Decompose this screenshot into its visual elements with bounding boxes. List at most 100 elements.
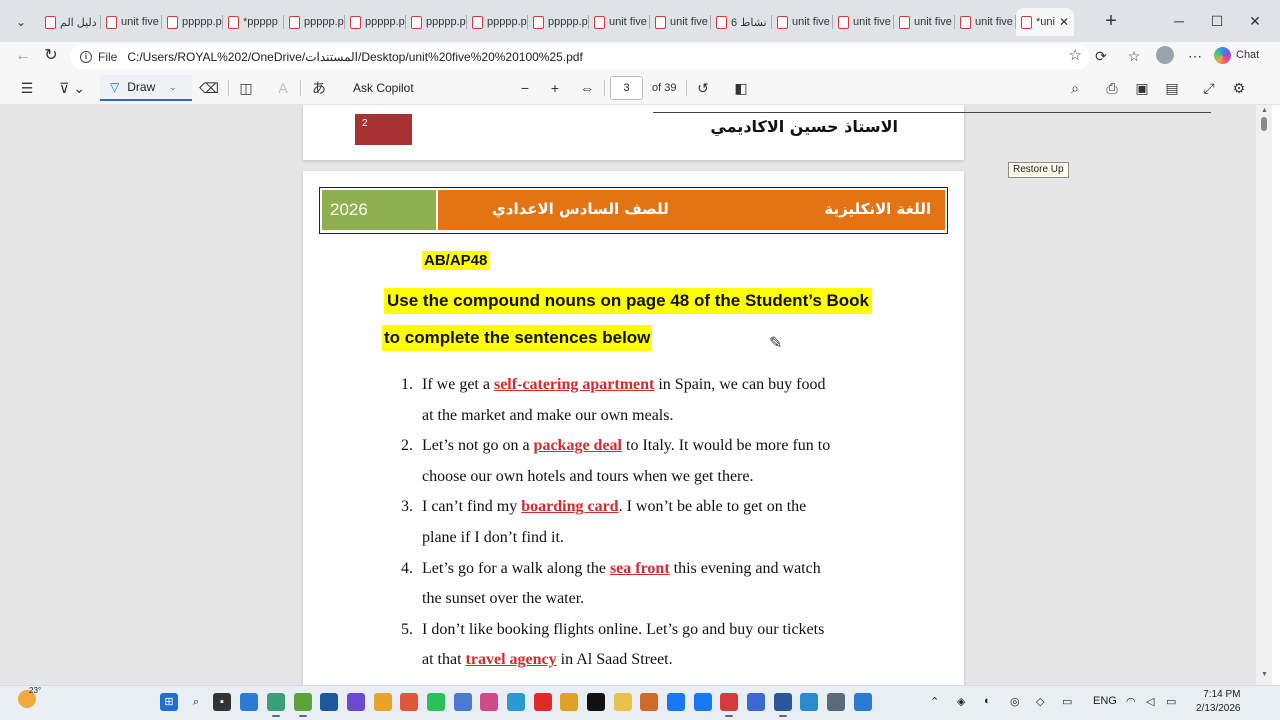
pdf-toolbar: ☰ ⊽ ⌄ ▽ Draw ⌄ ⌫ ◫ A あ Ask Copilot − + ⇔ 3… xyxy=(0,70,1280,105)
tiktok-icon[interactable] xyxy=(587,693,605,711)
site-info-button[interactable]: i File xyxy=(80,50,117,64)
translate-icon[interactable]: あ xyxy=(308,77,330,99)
tray-app-icon[interactable]: ◐ xyxy=(984,695,991,707)
settings-gear-icon[interactable]: ⚙ xyxy=(1228,77,1250,99)
favorites-icon[interactable]: ☆ xyxy=(1123,45,1145,67)
vertical-scrollbar[interactable]: ▲ ▼ xyxy=(1256,105,1272,685)
app-icon[interactable] xyxy=(507,693,525,711)
tab[interactable]: ppppp.p xyxy=(406,8,467,36)
app-icon[interactable] xyxy=(374,693,392,711)
word-icon[interactable] xyxy=(774,693,792,717)
tab[interactable]: ppppp.p xyxy=(467,8,528,36)
zoom-in-icon[interactable]: + xyxy=(544,77,566,99)
teams-icon[interactable] xyxy=(347,693,365,711)
tray-app-icon[interactable]: ◎ xyxy=(1010,695,1020,708)
whatsapp-icon[interactable] xyxy=(427,693,445,711)
app-icon[interactable] xyxy=(747,693,765,711)
save-as-icon[interactable]: ▤ xyxy=(1161,77,1183,99)
page-view-icon[interactable]: ◧ xyxy=(730,77,752,99)
youtube-icon[interactable] xyxy=(534,693,552,711)
ask-copilot-button[interactable]: Ask Copilot xyxy=(353,81,414,95)
url-field[interactable]: i File C:/Users/ROYAL%202/OneDrive/المستن… xyxy=(70,44,1090,69)
facebook-icon[interactable] xyxy=(694,693,712,711)
app-icon[interactable] xyxy=(827,693,845,711)
tray-app-icon[interactable]: ◇ xyxy=(1036,695,1044,708)
page-number-input[interactable]: 3 xyxy=(610,76,643,100)
app-icon[interactable] xyxy=(854,693,872,711)
maximize-icon[interactable]: ☐ xyxy=(1206,10,1228,32)
chat-label: Chat xyxy=(1236,49,1260,61)
app-icon[interactable] xyxy=(240,693,258,711)
tab[interactable]: unit five xyxy=(772,8,833,36)
app-icon[interactable] xyxy=(454,693,472,711)
tab[interactable]: دليل الم xyxy=(40,8,101,36)
tab[interactable]: unit five xyxy=(833,8,894,36)
pdf-icon xyxy=(533,15,544,29)
app-icon[interactable] xyxy=(294,693,312,717)
start-windows-icon[interactable]: ⊞ xyxy=(160,693,178,711)
close-tab-icon[interactable]: ✕ xyxy=(1059,15,1069,29)
edge-browser-icon[interactable] xyxy=(267,693,285,717)
fullscreen-icon[interactable]: ⤢ xyxy=(1198,77,1220,99)
refresh-icon[interactable]: ↻ xyxy=(40,45,62,67)
language-indicator[interactable]: ENG xyxy=(1093,695,1117,707)
tab[interactable]: unit five xyxy=(650,8,711,36)
favorite-star-icon[interactable]: ☆ xyxy=(1069,46,1082,64)
app-icon[interactable] xyxy=(800,693,818,711)
tab[interactable]: unit five xyxy=(955,8,1016,36)
scroll-down-icon[interactable]: ▼ xyxy=(1261,671,1268,678)
tab-actions-chevron-icon[interactable]: ⌄ xyxy=(10,11,32,33)
scroll-up-icon[interactable]: ▲ xyxy=(1261,107,1268,114)
task-view-icon[interactable]: ▪ xyxy=(213,693,231,711)
fit-page-icon[interactable]: ⇔ xyxy=(576,77,598,99)
print-icon[interactable]: ⎙ xyxy=(1101,77,1123,99)
pdf-icon xyxy=(472,15,483,29)
exercise-code: AB/AP48 xyxy=(422,251,490,270)
wifi-icon[interactable]: ◠ xyxy=(1126,695,1136,708)
pdf-viewer[interactable]: 2 الاستاذ حسين الاكاديمي 2026 للصف الساد… xyxy=(0,105,1272,685)
chat-button[interactable]: Chat xyxy=(1214,45,1259,65)
tray-app-icon[interactable]: ▭ xyxy=(1062,695,1072,708)
volume-icon[interactable]: ◁ xyxy=(1146,695,1154,708)
profile-avatar[interactable] xyxy=(1156,46,1174,64)
app-icon[interactable] xyxy=(640,693,658,711)
search-icon[interactable]: ⌕ xyxy=(1064,77,1086,99)
zoom-out-icon[interactable]: − xyxy=(514,77,536,99)
more-menu-icon[interactable]: ⋯ xyxy=(1184,45,1206,67)
app-icon[interactable] xyxy=(560,693,578,711)
chrome-icon[interactable] xyxy=(400,693,418,711)
eraser-icon[interactable]: ⌫ xyxy=(198,77,220,99)
save-icon[interactable]: ▣ xyxy=(1131,77,1153,99)
pdf-app-icon[interactable] xyxy=(720,693,738,717)
highlight-icon[interactable]: ⊽ ⌄ xyxy=(52,77,92,99)
tab[interactable]: ppppp.p xyxy=(162,8,223,36)
tab[interactable]: *ppppp xyxy=(223,8,284,36)
tray-app-icon[interactable]: ◈ xyxy=(957,695,965,708)
tab[interactable]: ppppp.p xyxy=(284,8,345,36)
tab[interactable]: ppppp.p xyxy=(528,8,589,36)
new-tab-button[interactable]: + xyxy=(1100,8,1122,34)
tab[interactable]: unit five xyxy=(589,8,650,36)
file-explorer-icon[interactable] xyxy=(614,693,632,711)
contents-list-icon[interactable]: ☰ xyxy=(16,77,38,99)
minimize-icon[interactable]: ─ xyxy=(1168,10,1190,32)
tab-active[interactable]: *uni ✕ xyxy=(1016,8,1074,36)
tab[interactable]: unit five xyxy=(101,8,162,36)
tab[interactable]: ppppp.p xyxy=(345,8,406,36)
close-window-icon[interactable]: ✕ xyxy=(1244,10,1266,32)
app-icon[interactable] xyxy=(480,693,498,711)
tab[interactable]: 6 نشاط xyxy=(711,8,772,36)
back-arrow-icon[interactable]: ← xyxy=(12,45,34,67)
clock[interactable]: 7:14 PM 2/13/2026 xyxy=(1196,688,1241,716)
facebook-icon[interactable] xyxy=(667,693,685,711)
rotate-icon[interactable]: ↺ xyxy=(692,77,714,99)
scroll-thumb[interactable] xyxy=(1261,117,1267,131)
battery-icon[interactable]: ▭ xyxy=(1166,695,1176,708)
tab[interactable]: unit five xyxy=(894,8,955,36)
show-hidden-icons-icon[interactable]: ⌃ xyxy=(930,695,939,708)
app-icon[interactable] xyxy=(320,693,338,711)
extensions-icon[interactable]: ⟳ xyxy=(1090,45,1112,67)
search-icon[interactable]: ⌕ xyxy=(187,693,205,711)
draw-button[interactable]: ▽ Draw ⌄ xyxy=(100,75,192,101)
text-box-icon[interactable]: ◫ xyxy=(235,77,257,99)
